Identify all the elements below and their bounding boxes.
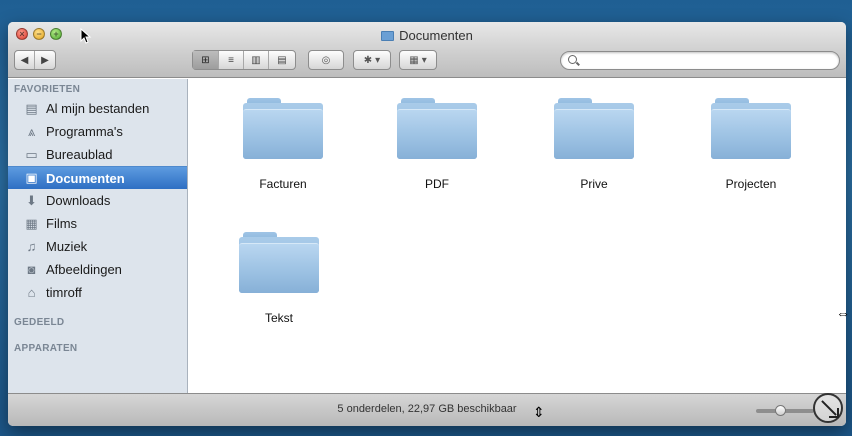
folder-icon: [381, 30, 395, 41]
gear-icon: ✱: [363, 54, 373, 66]
title-bar[interactable]: × − + Documenten ◀ ▶ ⊞ ≡ ▥ ▤ ◎ ✱ ▾ ▦ ▾: [8, 22, 846, 78]
cover-flow-view-button[interactable]: ▤: [269, 51, 295, 69]
music-icon: ♫: [26, 239, 37, 254]
folder-name: Projecten: [725, 177, 777, 191]
documents-icon: ▣: [25, 170, 38, 185]
eye-icon: ◎: [321, 54, 331, 66]
chevron-down-icon: ▾: [375, 54, 381, 66]
downloads-icon: ⬇: [26, 192, 37, 208]
resize-icon: [813, 393, 843, 423]
folder-name: PDF: [425, 177, 449, 191]
arrange-icon: ▦: [409, 54, 419, 66]
folder-icon: [239, 229, 319, 295]
list-view-button[interactable]: ≡: [219, 51, 244, 69]
status-text: 5 onderdelen, 22,97 GB beschikbaar: [337, 403, 517, 415]
sidebar-item-label: Documenten: [46, 170, 125, 186]
horizontal-resize-cursor-icon: ⇔: [836, 305, 850, 321]
column-view-button[interactable]: ▥: [244, 51, 269, 69]
sidebar-item-label: Al mijn bestanden: [46, 101, 150, 116]
applications-icon: ⩓: [27, 123, 36, 139]
all-files-icon: ▤: [25, 100, 38, 116]
sidebar-item-label: Muziek: [46, 239, 88, 254]
sidebar-item-applications[interactable]: ⩓ Programma's: [8, 120, 187, 143]
window-title: Documenten: [8, 28, 846, 43]
folder-name: Tekst: [264, 311, 293, 325]
action-menu-button[interactable]: ✱ ▾: [353, 50, 391, 70]
sidebar-item-desktop[interactable]: ▭ Bureaublad: [8, 143, 187, 166]
icon-size-slider[interactable]: [756, 405, 814, 416]
sidebar-item-home[interactable]: ⌂ timroff: [8, 281, 187, 304]
arrange-menu-button[interactable]: ▦ ▾: [399, 50, 437, 70]
sidebar-item-label: Films: [46, 216, 78, 231]
sidebar-item-label: Bureaublad: [46, 147, 113, 162]
sidebar-item-pictures[interactable]: ◙ Afbeeldingen: [8, 258, 187, 281]
sidebar-item-label: Downloads: [46, 193, 111, 208]
folder-item[interactable]: Projecten: [691, 93, 811, 203]
desktop-icon: ▭: [25, 146, 38, 162]
file-grid: Facturen PDF Prive Projecten Tekst: [189, 79, 846, 393]
folder-item[interactable]: Tekst: [219, 227, 339, 337]
home-icon: ⌂: [27, 285, 36, 300]
search-field[interactable]: [560, 51, 840, 70]
camera-icon: ◙: [27, 262, 36, 277]
status-bar: 5 onderdelen, 22,97 GB beschikbaar: [8, 393, 846, 426]
folder-icon: [711, 95, 791, 161]
folder-name: Facturen: [259, 177, 307, 191]
sidebar: FAVORIETEN ▤ Al mijn bestanden ⩓ Program…: [8, 79, 188, 393]
window-title-text: Documenten: [399, 28, 473, 43]
icon-view-button[interactable]: ⊞: [193, 51, 219, 69]
forward-button[interactable]: ▶: [35, 51, 55, 69]
sidebar-item-all-my-files[interactable]: ▤ Al mijn bestanden: [8, 97, 187, 120]
folder-icon: [397, 95, 477, 161]
movies-icon: ▦: [25, 215, 38, 231]
sidebar-item-label: Programma's: [46, 124, 123, 139]
sidebar-item-documents[interactable]: ▣ Documenten: [8, 166, 187, 189]
sidebar-section-devices[interactable]: APPARATEN: [8, 342, 187, 356]
sidebar-item-downloads[interactable]: ⬇ Downloads: [8, 189, 187, 212]
view-mode-segmented-control: ⊞ ≡ ▥ ▤: [192, 50, 296, 70]
folder-icon: [554, 95, 634, 161]
chevron-down-icon: ▾: [421, 54, 427, 66]
vertical-resize-cursor-icon: ⇕: [533, 404, 545, 420]
folder-item[interactable]: Facturen: [223, 93, 343, 203]
sidebar-item-label: timroff: [46, 285, 82, 300]
quick-look-button[interactable]: ◎: [308, 50, 344, 70]
finder-window: × − + Documenten ◀ ▶ ⊞ ≡ ▥ ▤ ◎ ✱ ▾ ▦ ▾ F…: [8, 22, 846, 426]
folder-icon: [243, 95, 323, 161]
sidebar-section-shared[interactable]: GEDEELD: [8, 316, 187, 330]
folder-name: Prive: [580, 177, 608, 191]
folder-item[interactable]: Prive: [534, 93, 654, 203]
sidebar-item-music[interactable]: ♫ Muziek: [8, 235, 187, 258]
slider-knob[interactable]: [774, 405, 786, 416]
search-icon: [568, 55, 577, 64]
folder-item[interactable]: PDF: [377, 93, 497, 203]
sidebar-item-label: Afbeeldingen: [46, 262, 122, 277]
back-forward-buttons: ◀ ▶: [14, 50, 56, 70]
sidebar-item-movies[interactable]: ▦ Films: [8, 212, 187, 235]
search-input[interactable]: [581, 54, 831, 67]
sidebar-section-favorites: FAVORIETEN: [14, 84, 81, 95]
back-button[interactable]: ◀: [15, 51, 35, 69]
